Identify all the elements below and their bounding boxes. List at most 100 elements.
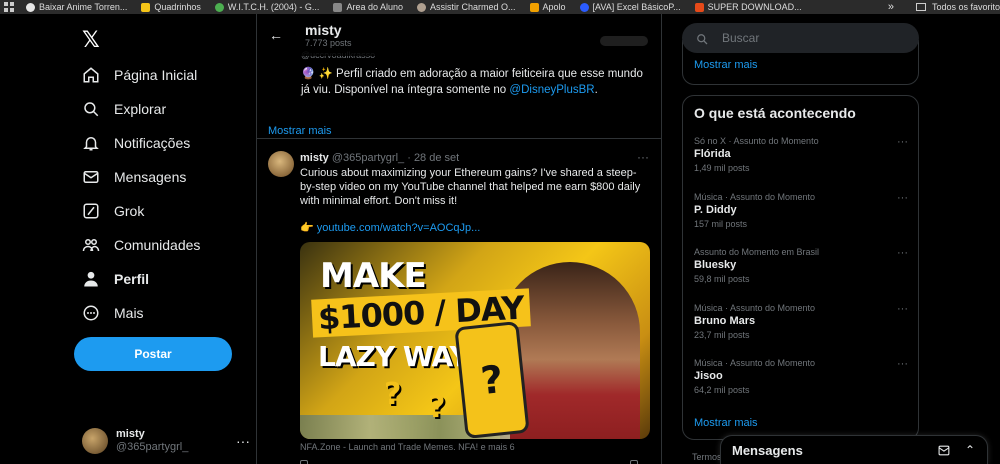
bookmark-item[interactable]: Assistir Charmed O... bbox=[416, 2, 516, 12]
account-switcher[interactable]: misty @365partygrl_ ··· bbox=[82, 424, 250, 458]
all-bookmarks-folder[interactable]: Todos os favorito bbox=[932, 2, 1000, 12]
trends-panel: O que está acontecendo Só no X · Assunto… bbox=[682, 95, 919, 440]
search-box[interactable] bbox=[682, 23, 919, 53]
bookmarks-overflow-button[interactable]: » bbox=[888, 1, 894, 13]
trend-more-icon[interactable]: ··· bbox=[897, 303, 908, 315]
grok-icon bbox=[82, 202, 100, 220]
folder-icon bbox=[915, 3, 926, 11]
profile-bio: 🔮 ✨ Perfil criado em adoração a maior fe… bbox=[301, 66, 651, 98]
trend-title: Bluesky bbox=[694, 259, 737, 271]
tweet-header: misty @365partygrl_ · 28 de set bbox=[300, 152, 459, 164]
page-title: misty bbox=[305, 22, 342, 38]
nav-label-explore: Explorar bbox=[114, 101, 167, 117]
new-message-icon[interactable] bbox=[938, 444, 951, 462]
post-count: 7.773 posts bbox=[305, 38, 352, 48]
trend-more-icon[interactable]: ··· bbox=[897, 247, 908, 259]
media-phone: ? bbox=[454, 320, 530, 439]
trend-title: Flórida bbox=[694, 148, 731, 160]
tweet-more-icon[interactable]: ··· bbox=[637, 150, 649, 164]
trend-more-icon[interactable]: ··· bbox=[897, 136, 908, 148]
media-text-line1: MAKE bbox=[320, 256, 427, 296]
bookmark-label: Area do Aluno bbox=[346, 2, 403, 12]
bookmark-item[interactable]: Baixar Anime Torren... bbox=[26, 2, 127, 12]
bookmark-label: Assistir Charmed O... bbox=[429, 2, 516, 12]
bookmark-item[interactable]: Quadrinhos bbox=[141, 2, 201, 12]
nav-item-explore[interactable]: Explorar bbox=[74, 92, 244, 126]
bookmarks-right: » Todos os favorito bbox=[881, 0, 1000, 14]
trend-count: 59,8 mil posts bbox=[694, 274, 750, 284]
bookmark-favicon-icon bbox=[333, 2, 343, 12]
nav-item-profile[interactable]: Perfil bbox=[74, 262, 244, 296]
previous-show-more-link[interactable]: Mostrar mais bbox=[694, 59, 758, 71]
bio-end: . bbox=[594, 84, 598, 96]
search-input[interactable] bbox=[722, 31, 892, 45]
bookmark-favicon-icon bbox=[529, 2, 539, 12]
bio-mention-link[interactable]: @DisneyPlusBR bbox=[509, 84, 594, 96]
trend-more-icon[interactable]: ··· bbox=[897, 192, 908, 204]
account-handle: @365partygrl_ bbox=[116, 441, 189, 453]
nav-item-communities[interactable]: Comunidades bbox=[74, 228, 244, 262]
apps-grid-icon[interactable] bbox=[4, 2, 14, 12]
tweet-author-name[interactable]: misty bbox=[300, 152, 329, 164]
bookmark-item[interactable]: SUPER DOWNLOAD... bbox=[694, 2, 802, 12]
nav-item-home[interactable]: Página Inicial bbox=[74, 58, 244, 92]
profile-timeline: ← misty 7.773 posts @uccrvoaulkrasso 🔮 ✨… bbox=[256, 14, 662, 464]
back-arrow-icon[interactable]: ← bbox=[269, 27, 283, 43]
show-more-link[interactable]: Mostrar mais bbox=[268, 125, 332, 137]
post-button[interactable]: Postar bbox=[74, 337, 232, 371]
x-logo-icon[interactable]: 𝕏 bbox=[82, 28, 244, 58]
bookmark-item[interactable]: Apolo bbox=[529, 2, 566, 12]
collapse-chevron-icon[interactable]: ⌃ bbox=[965, 443, 975, 457]
bookmark-label: Apolo bbox=[542, 2, 566, 12]
tweet-date[interactable]: 28 de set bbox=[414, 152, 459, 164]
trend-item[interactable]: Música · Assunto do Momento P. Diddy 157… bbox=[694, 192, 908, 242]
account-name: misty bbox=[116, 428, 145, 440]
messages-drawer[interactable]: Mensagens ⌃ bbox=[720, 435, 988, 464]
media-text-line3: LAZY WAY bbox=[318, 340, 470, 373]
trend-meta: Música · Assunto do Momento bbox=[694, 192, 816, 202]
bookmark-item[interactable]: W.I.T.C.H. (2004) - G... bbox=[214, 2, 320, 12]
tweet-media-image[interactable]: MAKE $1000 / DAY LAZY WAY ? ? ? bbox=[300, 242, 650, 439]
search-icon bbox=[82, 100, 100, 118]
reply-icon[interactable] bbox=[300, 460, 308, 464]
trend-more-icon[interactable]: ··· bbox=[897, 358, 908, 370]
trend-item[interactable]: Assunto do Momento em Brasil Bluesky 59,… bbox=[694, 247, 908, 297]
trend-item[interactable]: Música · Assunto do Momento Jisoo 64,2 m… bbox=[694, 358, 908, 408]
nav-item-more[interactable]: Mais bbox=[74, 296, 244, 330]
trend-title: Bruno Mars bbox=[694, 315, 756, 327]
trend-item[interactable]: Só no X · Assunto do Momento Flórida 1,4… bbox=[694, 136, 908, 186]
bookmark-favicon-icon bbox=[579, 2, 589, 12]
media-question-mark: ? bbox=[428, 390, 446, 425]
trend-count: 1,49 mil posts bbox=[694, 163, 750, 173]
pointing-hand-icon: 👉 bbox=[300, 222, 314, 234]
bookmark-favicon-icon bbox=[26, 2, 35, 12]
tweet-author-handle: @365partygrl_ bbox=[331, 152, 405, 164]
terms-link[interactable]: Termos bbox=[692, 452, 722, 462]
nav-item-grok[interactable]: Grok bbox=[74, 194, 244, 228]
bookmark-item[interactable]: [AVA] Excel BásicoP... bbox=[579, 2, 681, 12]
tweet-link-row: 👉 youtube.com/watch?v=AOCqJp... bbox=[300, 221, 480, 234]
share-icon[interactable] bbox=[630, 460, 638, 464]
bookmarks-bar: Baixar Anime Torren... Quadrinhos W.I.T.… bbox=[0, 0, 1000, 14]
trends-show-more-link[interactable]: Mostrar mais bbox=[694, 417, 758, 429]
trend-meta: Música · Assunto do Momento bbox=[694, 358, 816, 368]
nav-label-communities: Comunidades bbox=[114, 237, 201, 253]
account-more-icon[interactable]: ··· bbox=[236, 433, 250, 449]
media-caption: NFA.Zone - Launch and Trade Memes. NFA! … bbox=[300, 442, 515, 452]
nav-item-notifications[interactable]: Notificações bbox=[74, 126, 244, 160]
nav-label-profile: Perfil bbox=[114, 271, 150, 287]
bookmark-label: Quadrinhos bbox=[154, 2, 201, 12]
left-navigation: 𝕏 Página Inicial Explorar Notificações M… bbox=[74, 24, 244, 330]
nav-label-messages: Mensagens bbox=[114, 169, 187, 185]
bookmark-label: W.I.T.C.H. (2004) - G... bbox=[227, 2, 320, 12]
trend-title: P. Diddy bbox=[694, 204, 737, 216]
trend-item[interactable]: Música · Assunto do Momento Bruno Mars 2… bbox=[694, 303, 908, 353]
nav-label-grok: Grok bbox=[114, 203, 145, 219]
tweet-avatar[interactable] bbox=[268, 151, 294, 177]
tweet-link[interactable]: youtube.com/watch?v=AOCqJp... bbox=[317, 222, 481, 234]
media-question-mark: ? bbox=[384, 377, 402, 412]
bookmark-item[interactable]: Area do Aluno bbox=[333, 2, 403, 12]
nav-item-messages[interactable]: Mensagens bbox=[74, 160, 244, 194]
trend-count: 23,7 mil posts bbox=[694, 330, 750, 340]
trend-meta: Só no X · Assunto do Momento bbox=[694, 136, 819, 146]
